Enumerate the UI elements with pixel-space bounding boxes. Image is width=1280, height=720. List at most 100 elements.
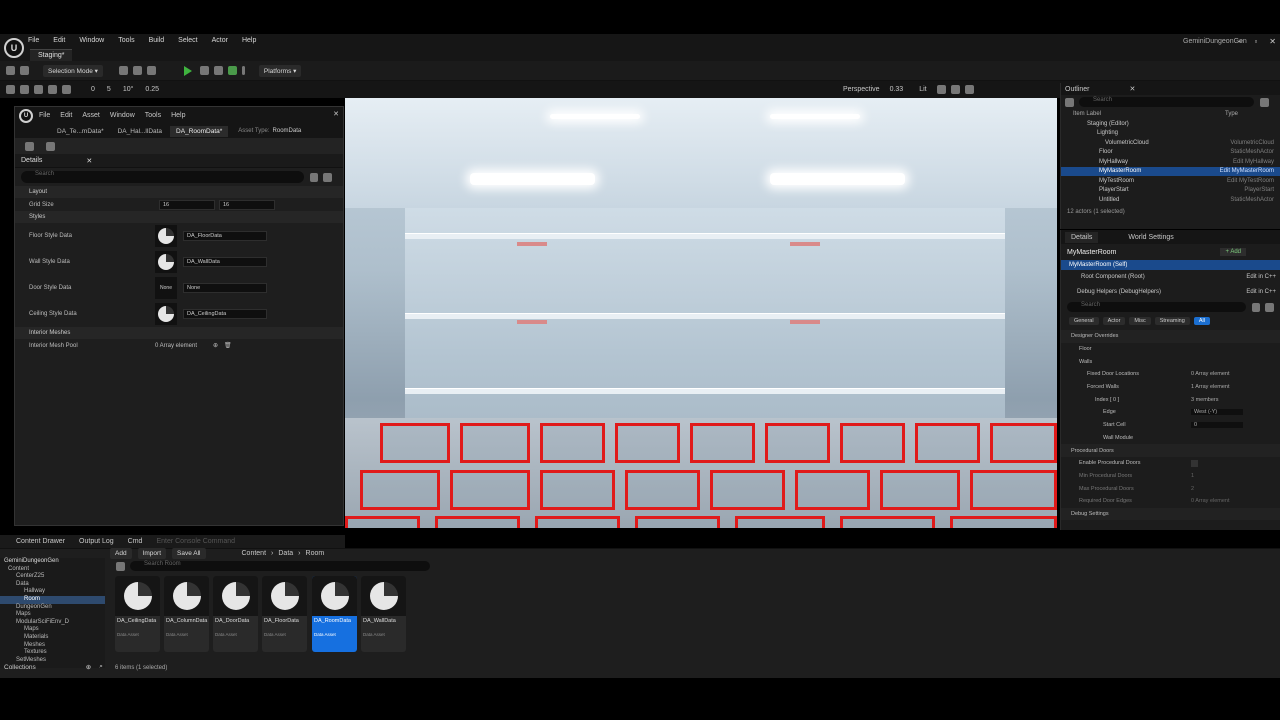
content-drawer-button[interactable]: Content Drawer <box>16 538 65 545</box>
tree-item[interactable]: Hallway <box>0 588 105 596</box>
menu-tools[interactable]: Tools <box>118 37 134 44</box>
tab-te-mdata[interactable]: DA_Te...mData* <box>51 126 110 137</box>
door-style-thumbnail[interactable]: None <box>155 277 177 299</box>
cinematics-icon[interactable] <box>146 66 156 75</box>
console-input[interactable]: Enter Console Command <box>156 538 235 545</box>
menu-file[interactable]: File <box>28 37 39 44</box>
grid-snap-value[interactable]: 0 <box>91 86 95 93</box>
prop-row[interactable]: Floor <box>1061 343 1280 356</box>
launch-icon[interactable] <box>227 66 237 75</box>
import-button[interactable]: Import <box>137 548 166 559</box>
prop-row[interactable]: Enable Procedural Doors <box>1061 457 1280 470</box>
rotation-snap-value[interactable]: 5 <box>107 86 111 93</box>
unreal-logo-icon[interactable]: U <box>4 38 24 58</box>
wall-style-dropdown[interactable]: DA_WallData <box>183 257 267 267</box>
interior-meshes-section[interactable]: Interior Meshes <box>15 327 343 339</box>
menu-select[interactable]: Select <box>178 37 197 44</box>
ceiling-style-thumbnail[interactable] <box>155 303 177 325</box>
more-options-icon[interactable] <box>241 66 245 75</box>
outliner-row[interactable]: PlayerStart PlayerStart <box>1061 186 1280 196</box>
show-flags-icon[interactable] <box>936 85 946 94</box>
tree-item[interactable]: Textures <box>0 649 105 657</box>
stop-icon[interactable] <box>213 66 223 75</box>
editor-close-icon[interactable]: ✕ <box>333 110 339 118</box>
tree-item[interactable]: GeminiDungeonGen <box>0 558 105 566</box>
breadcrumb-data[interactable]: Data <box>278 550 293 557</box>
asset-tile[interactable]: DA_ColumnData Data Asset <box>164 576 209 652</box>
category-general[interactable]: General <box>1069 317 1099 325</box>
editor-menu-asset[interactable]: Asset <box>82 112 100 119</box>
ceiling-style-dropdown[interactable]: DA_CeilingData <box>183 309 267 319</box>
editor-menu-window[interactable]: Window <box>110 112 135 119</box>
filter-icon[interactable] <box>1251 302 1261 312</box>
scale-snap-value[interactable]: 0.25 <box>145 86 159 93</box>
cmd-dropdown[interactable]: Cmd <box>128 538 143 545</box>
rotate-tool-icon[interactable] <box>34 85 43 94</box>
category-streaming[interactable]: Streaming <box>1154 317 1190 325</box>
floor-style-thumbnail[interactable] <box>155 225 177 247</box>
outliner-row[interactable]: Floor StaticMeshActor <box>1061 148 1280 158</box>
content-icon[interactable] <box>20 66 29 75</box>
menu-window[interactable]: Window <box>79 37 104 44</box>
styles-section[interactable]: Styles <box>15 211 343 223</box>
prop-row[interactable]: Edge West (-Y) <box>1061 406 1280 419</box>
grid-size-y-input[interactable]: 16 <box>219 199 275 210</box>
delete-icon[interactable]: 🗑 <box>224 342 232 349</box>
component-row-root[interactable]: Root Component (Root) Edit in C++ <box>1061 270 1280 284</box>
play-icon[interactable] <box>183 65 192 76</box>
edit-in-cpp-link[interactable]: Edit in C++ <box>1246 289 1276 295</box>
editor-menu-help[interactable]: Help <box>171 112 185 119</box>
blueprint-icon[interactable] <box>132 66 142 75</box>
browse-icon[interactable] <box>46 141 55 151</box>
edge-dropdown[interactable]: West (-Y) <box>1191 409 1243 416</box>
enable-doors-checkbox[interactable] <box>1191 459 1198 467</box>
door-style-dropdown[interactable]: None <box>183 283 267 293</box>
filter-icon[interactable] <box>309 172 319 182</box>
menu-edit[interactable]: Edit <box>53 37 65 44</box>
tree-item[interactable]: Maps <box>0 611 105 619</box>
save-icon[interactable] <box>25 141 34 151</box>
tab-world-settings[interactable]: World Settings <box>1128 234 1173 241</box>
prop-row[interactable]: Index [ 0 ] 3 members <box>1061 393 1280 406</box>
viewport-settings-icon[interactable] <box>964 85 974 94</box>
outliner-search-input[interactable]: Search <box>1079 97 1254 107</box>
layout-section[interactable]: Layout <box>15 186 343 198</box>
breadcrumb-content[interactable]: Content <box>242 550 267 557</box>
fov-value[interactable]: 0.33 <box>890 86 904 93</box>
selection-mode-dropdown[interactable]: Selection Mode ▾ <box>43 64 103 77</box>
move-tool-icon[interactable] <box>20 85 29 94</box>
details-close-icon[interactable]: ✕ <box>86 157 92 165</box>
tree-item[interactable]: ModularSciFiEnv_D <box>0 619 105 627</box>
outliner-close-icon[interactable]: ✕ <box>1130 85 1136 93</box>
lit-button[interactable]: Lit <box>919 86 926 93</box>
tree-item[interactable]: DungeonGen <box>0 604 105 612</box>
collections-toggle[interactable]: Collections <box>4 664 36 671</box>
step-icon[interactable] <box>199 66 209 75</box>
component-row-self[interactable]: MyMasterRoom (Self) <box>1061 260 1280 270</box>
col-type[interactable]: Type <box>1225 111 1238 117</box>
save-all-button[interactable]: Save All <box>172 548 206 559</box>
content-search-input[interactable]: Search Room <box>130 561 430 571</box>
outliner-row[interactable]: Staging (Editor) <box>1061 119 1280 129</box>
outliner-row[interactable]: Lighting <box>1061 129 1280 139</box>
minimize-icon[interactable]: – <box>1238 37 1242 46</box>
menu-build[interactable]: Build <box>149 37 165 44</box>
asset-tile-selected[interactable]: DA_RoomData Data Asset <box>312 576 357 652</box>
add-button[interactable]: Add <box>110 548 132 559</box>
menu-help[interactable]: Help <box>242 37 256 44</box>
prop-row[interactable]: Forced Walls 1 Array element <box>1061 381 1280 394</box>
realtime-icon[interactable] <box>950 85 960 94</box>
tree-item[interactable]: Materials <box>0 634 105 642</box>
details-search-input[interactable]: Search <box>21 171 304 183</box>
grid-size-x-input[interactable]: 16 <box>159 199 215 210</box>
prop-row[interactable]: Start Cell 0 <box>1061 419 1280 432</box>
editor-menu-file[interactable]: File <box>39 112 50 119</box>
editor-menu-edit[interactable]: Edit <box>60 112 72 119</box>
outliner-row[interactable]: VolumetricCloud VolumetricCloud <box>1061 138 1280 148</box>
breadcrumb-room[interactable]: Room <box>306 550 325 557</box>
outliner-row[interactable]: MyHallway Edit MyHallway <box>1061 157 1280 167</box>
world-space-icon[interactable] <box>62 85 71 94</box>
level-viewport[interactable] <box>345 98 1057 528</box>
add-collection-icon[interactable]: ⊕ <box>86 663 91 671</box>
prop-row[interactable]: Debug Settings <box>1061 507 1280 521</box>
